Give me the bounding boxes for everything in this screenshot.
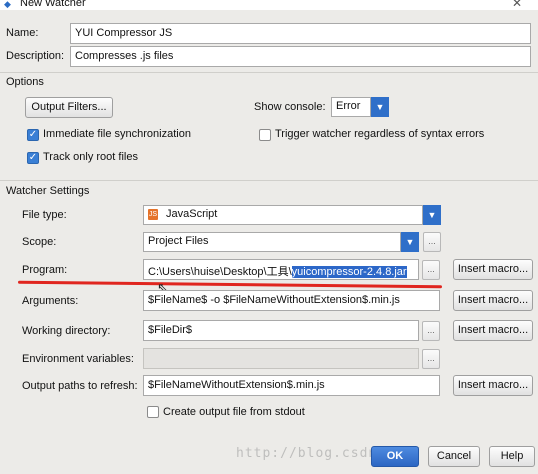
close-icon[interactable]: ✕	[512, 0, 522, 10]
scope-label: Scope:	[22, 236, 57, 248]
track-root-label: Track only root files	[43, 151, 138, 163]
description-input[interactable]: Compresses .js files	[70, 46, 531, 67]
program-insert-macro-button[interactable]: Insert macro...	[453, 259, 533, 280]
javascript-file-icon: JS	[148, 209, 158, 220]
output-paths-insert-macro-button[interactable]: Insert macro...	[453, 375, 533, 396]
environment-variables-browse-button[interactable]: ...	[422, 349, 440, 369]
options-separator	[0, 72, 538, 73]
description-label: Description:	[6, 50, 65, 62]
create-output-label: Create output file from stdout	[163, 406, 305, 418]
working-directory-insert-macro-button[interactable]: Insert macro...	[453, 320, 533, 341]
environment-variables-label: Environment variables:	[22, 353, 134, 365]
cancel-button[interactable]: Cancel	[428, 446, 480, 467]
program-path-prefix: C:\Users\huise\Desktop\工具\	[148, 266, 292, 278]
create-output-checkbox[interactable]	[147, 406, 159, 418]
working-directory-label: Working directory:	[22, 325, 111, 337]
trigger-watcher-checkbox[interactable]	[259, 129, 271, 141]
app-icon: ◆	[4, 0, 11, 9]
file-type-select[interactable]: JavaScript	[143, 205, 423, 225]
program-path-selection: yuicompressor-2.4.8.jar	[291, 266, 407, 278]
arguments-insert-macro-button[interactable]: Insert macro...	[453, 290, 533, 311]
name-input[interactable]: YUI Compressor JS	[70, 23, 531, 44]
annotation-underline	[17, 280, 443, 289]
immediate-sync-label: Immediate file synchronization	[43, 128, 191, 140]
chevron-down-icon[interactable]: ▼	[371, 97, 389, 117]
trigger-watcher-label: Trigger watcher regardless of syntax err…	[275, 128, 485, 140]
settings-separator	[0, 180, 538, 181]
output-paths-label: Output paths to refresh:	[22, 380, 138, 392]
show-console-select[interactable]: Error	[331, 97, 371, 117]
chevron-down-icon[interactable]: ▼	[423, 205, 441, 225]
help-button[interactable]: Help	[489, 446, 535, 467]
name-label: Name:	[6, 27, 39, 39]
scope-select[interactable]: Project Files	[143, 232, 401, 252]
working-directory-input[interactable]: $FileDir$	[143, 320, 419, 341]
file-type-label: File type:	[22, 209, 67, 221]
arguments-input[interactable]: $FileName$ -o $FileNameWithoutExtension$…	[143, 290, 440, 311]
chevron-down-icon[interactable]: ▼	[401, 232, 419, 252]
show-console-label: Show console:	[254, 101, 326, 113]
output-paths-input[interactable]: $FileNameWithoutExtension$.min.js	[143, 375, 440, 396]
program-label: Program:	[22, 264, 68, 276]
ok-button[interactable]: OK	[371, 446, 419, 467]
output-filters-button[interactable]: Output Filters...	[25, 97, 113, 118]
track-root-checkbox[interactable]: ✓	[27, 152, 39, 164]
program-browse-button[interactable]: ...	[422, 260, 440, 280]
file-type-value: JavaScript	[166, 208, 218, 220]
options-heading: Options	[6, 76, 44, 88]
arguments-label: Arguments:	[22, 295, 79, 307]
environment-variables-input[interactable]	[143, 348, 419, 369]
program-input[interactable]: C:\Users\huise\Desktop\工具\yuicompressor-…	[143, 259, 419, 280]
immediate-sync-checkbox[interactable]: ✓	[27, 129, 39, 141]
scope-browse-button[interactable]: ...	[423, 232, 441, 252]
working-directory-browse-button[interactable]: ...	[422, 321, 440, 341]
watcher-settings-heading: Watcher Settings	[6, 185, 90, 197]
window-title: New Watcher	[20, 0, 86, 9]
